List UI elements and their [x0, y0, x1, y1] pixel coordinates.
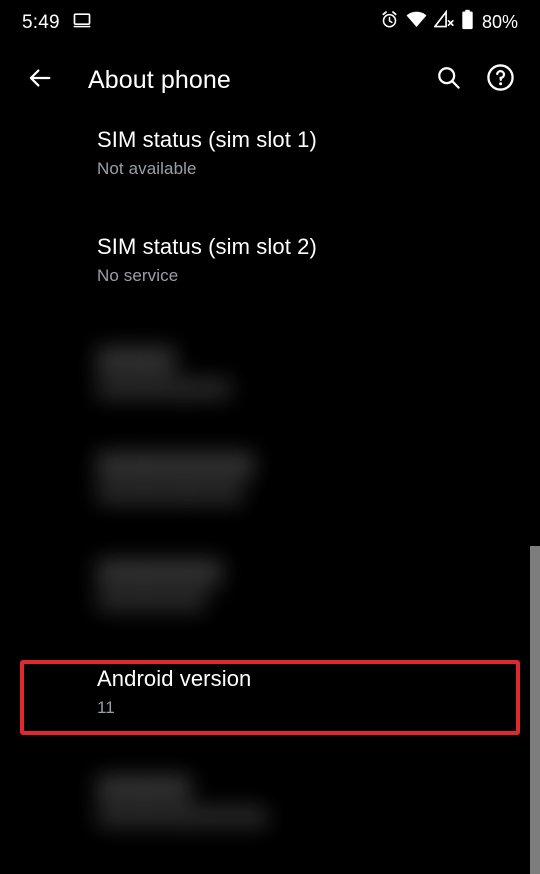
list-item-subtitle: ██████████████ [97, 807, 268, 826]
status-clock: 5:49 [22, 11, 60, 33]
list-item-title: ████████ [97, 559, 223, 584]
page-title: About phone [88, 65, 231, 94]
battery-percent-label: 80% [481, 12, 518, 32]
search-button[interactable] [422, 54, 474, 106]
list-item-title: █████ [97, 347, 176, 372]
list-item-subtitle: █████████ [97, 591, 207, 610]
scrollbar-thumb[interactable] [530, 546, 540, 874]
list-item[interactable]: Android version 11 [0, 665, 540, 720]
help-button[interactable] [474, 54, 526, 106]
list-item-subtitle: 11 [97, 698, 115, 717]
status-bar-right: 80% [380, 9, 518, 35]
list-item[interactable]: ████████ █████████ [0, 558, 540, 613]
list-item-subtitle: ███████████ [97, 379, 231, 398]
app-bar: About phone [0, 46, 540, 114]
status-bar: 5:49 80% [0, 0, 540, 44]
cast-screen-icon [72, 10, 92, 35]
list-item[interactable]: SIM status (sim slot 1) Not available [0, 126, 540, 181]
list-item-title: ██████ [97, 775, 192, 800]
list-item-title: SIM status (sim slot 1) [97, 127, 317, 152]
list-item[interactable]: ██████████ ████████████ [0, 451, 540, 506]
battery-icon [461, 9, 474, 35]
wifi-icon [406, 10, 427, 34]
status-bar-left: 5:49 [22, 10, 92, 35]
list-item-title: SIM status (sim slot 2) [97, 234, 317, 259]
list-item-subtitle: ████████████ [97, 484, 243, 503]
list-item[interactable]: SIM status (sim slot 2) No service [0, 233, 540, 288]
cellular-signal-off-icon [433, 9, 454, 34]
list-item-subtitle: No service [97, 266, 179, 285]
back-button[interactable] [12, 52, 68, 108]
settings-list[interactable]: SIM status (sim slot 1) Not available SIM … [0, 114, 540, 861]
list-item[interactable]: █████ ███████████ [0, 346, 540, 401]
list-item[interactable]: ██████ ██████████████ [0, 774, 540, 829]
alarm-clock-icon [380, 10, 399, 34]
list-item-title: ██████████ [97, 452, 254, 477]
help-circle-icon [486, 63, 515, 97]
arrow-back-icon [26, 64, 54, 97]
list-item-title: Android version [97, 666, 252, 691]
list-item-subtitle: Not available [97, 159, 197, 178]
scrollbar-track[interactable] [530, 114, 540, 874]
search-icon [435, 64, 462, 96]
